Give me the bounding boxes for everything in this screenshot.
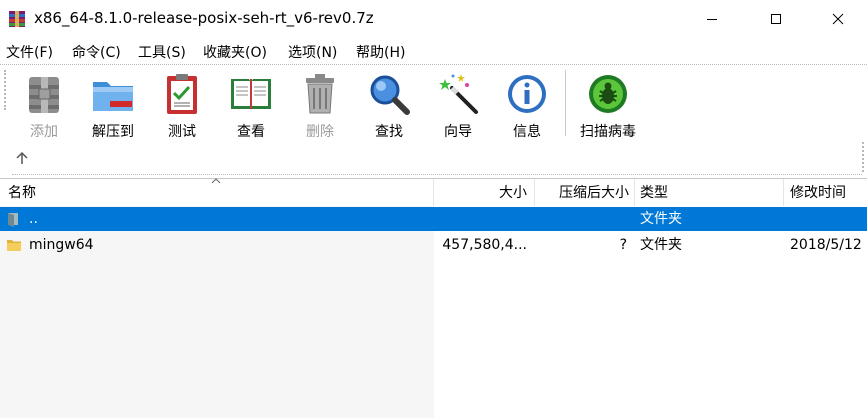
file-packed-size: ? bbox=[619, 237, 627, 253]
folder-icon bbox=[7, 240, 21, 251]
column-modified[interactable]: 修改时间 bbox=[790, 179, 846, 206]
virus-scan-icon bbox=[589, 75, 627, 113]
scan-virus-label: 扫描病毒 bbox=[580, 124, 636, 140]
table-row[interactable]: .. 文件夹 bbox=[0, 207, 867, 231]
extract-folder-icon bbox=[93, 82, 133, 111]
file-size bbox=[434, 207, 527, 231]
info-button[interactable]: 信息 bbox=[496, 68, 558, 142]
column-type[interactable]: 类型 bbox=[640, 179, 668, 206]
menu-options[interactable]: 选项(N) bbox=[288, 42, 337, 62]
menu-commands[interactable]: 命令(C) bbox=[72, 42, 121, 62]
trash-icon bbox=[306, 74, 334, 114]
table-row[interactable]: mingw64 457,580,4... ? 文件夹 2018/5/12 bbox=[0, 233, 867, 257]
info-label: 信息 bbox=[513, 124, 541, 140]
wizard-wand-icon bbox=[439, 74, 478, 114]
minimize-button[interactable] bbox=[689, 0, 735, 38]
winrar-app-icon[interactable] bbox=[8, 10, 26, 28]
menu-tools[interactable]: 工具(S) bbox=[138, 42, 186, 62]
column-header: 名称 大小 压缩后大小 类型 修改时间 bbox=[0, 179, 867, 206]
menu-favorites[interactable]: 收藏夹(O) bbox=[203, 42, 267, 62]
scan-virus-button[interactable]: 扫描病毒 bbox=[576, 68, 640, 142]
close-button[interactable] bbox=[815, 0, 861, 38]
menu-help[interactable]: 帮助(H) bbox=[356, 42, 405, 62]
extract-to-button[interactable]: 解压到 bbox=[82, 68, 144, 142]
toolbar-grip-right[interactable] bbox=[862, 142, 864, 172]
view-book-icon bbox=[231, 79, 271, 109]
file-type: 文件夹 bbox=[640, 237, 682, 253]
test-label: 测试 bbox=[168, 124, 196, 140]
toolbar-separator bbox=[565, 70, 566, 136]
file-name: mingw64 bbox=[29, 237, 94, 253]
maximize-button[interactable] bbox=[753, 0, 799, 38]
test-clipboard-icon bbox=[167, 74, 197, 114]
add-button[interactable]: 添加 bbox=[13, 68, 75, 142]
parent-folder-icon bbox=[8, 213, 18, 227]
toolbar-bottom-border bbox=[12, 174, 862, 175]
toolbar: 添加 解压到 测试 查看 删除 查找 向导 信息 扫描病毒 bbox=[0, 64, 867, 177]
test-button[interactable]: 测试 bbox=[151, 68, 213, 142]
minimize-icon bbox=[707, 19, 717, 20]
toolbar-grip[interactable] bbox=[4, 70, 6, 110]
add-archive-icon bbox=[29, 77, 59, 113]
find-label: 查找 bbox=[375, 124, 403, 140]
column-divider[interactable] bbox=[634, 179, 635, 206]
file-type: 文件夹 bbox=[640, 211, 682, 227]
menu-file[interactable]: 文件(F) bbox=[6, 42, 53, 62]
title-bar: x86_64-8.1.0-release-posix-seh-rt_v6-rev… bbox=[0, 0, 867, 38]
wizard-button[interactable]: 向导 bbox=[427, 68, 489, 142]
column-name[interactable]: 名称 bbox=[8, 179, 36, 206]
wizard-label: 向导 bbox=[444, 124, 472, 140]
delete-button[interactable]: 删除 bbox=[289, 68, 351, 142]
file-name: .. bbox=[29, 211, 38, 227]
close-icon bbox=[832, 13, 844, 25]
menu-bar: 文件(F) 命令(C) 工具(S) 收藏夹(O) 选项(N) 帮助(H) bbox=[0, 38, 867, 64]
maximize-icon bbox=[771, 14, 781, 24]
file-modified: 2018/5/12 bbox=[790, 237, 862, 253]
toolbar-top-border bbox=[0, 64, 867, 65]
column-size[interactable]: 大小 bbox=[434, 179, 527, 206]
view-label: 查看 bbox=[237, 124, 265, 140]
window-title: x86_64-8.1.0-release-posix-seh-rt_v6-rev… bbox=[34, 9, 374, 27]
info-icon bbox=[508, 75, 546, 113]
delete-label: 删除 bbox=[306, 124, 334, 140]
add-label: 添加 bbox=[30, 124, 58, 140]
column-packed-size[interactable]: 压缩后大小 bbox=[535, 179, 629, 206]
extract-to-label: 解压到 bbox=[92, 124, 134, 140]
sort-ascending-icon bbox=[211, 178, 221, 184]
file-packed-size bbox=[535, 207, 627, 231]
file-size: 457,580,4... bbox=[442, 237, 527, 253]
column-divider[interactable] bbox=[783, 179, 784, 206]
find-button[interactable]: 查找 bbox=[358, 68, 420, 142]
up-folder-icon[interactable] bbox=[14, 150, 30, 166]
magnifier-icon bbox=[370, 75, 410, 115]
view-button[interactable]: 查看 bbox=[220, 68, 282, 142]
